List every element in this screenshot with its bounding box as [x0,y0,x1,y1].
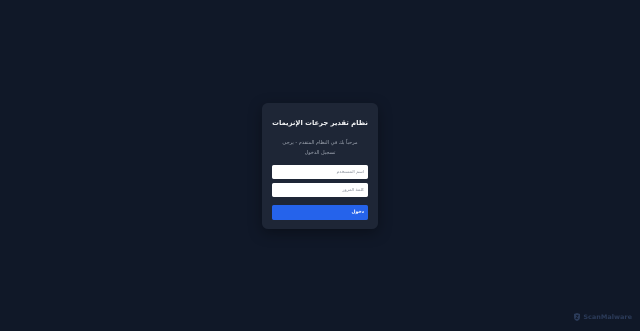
scanmalware-watermark: ScanMalware [573,313,632,321]
page-title: نظام تقدير جرعات الإنزيمات [272,119,368,127]
scanmalware-logo-icon [573,313,581,321]
page-background: نظام تقدير جرعات الإنزيمات مرحباً بك في … [0,0,640,331]
login-button[interactable]: دخول [272,205,368,220]
password-input[interactable] [272,183,368,197]
login-card: نظام تقدير جرعات الإنزيمات مرحباً بك في … [262,103,378,229]
watermark-text: ScanMalware [583,313,632,321]
username-input[interactable] [272,165,368,179]
welcome-subtitle: مرحباً بك في النظام المتقدم - يرجى تسجيل… [282,140,358,156]
